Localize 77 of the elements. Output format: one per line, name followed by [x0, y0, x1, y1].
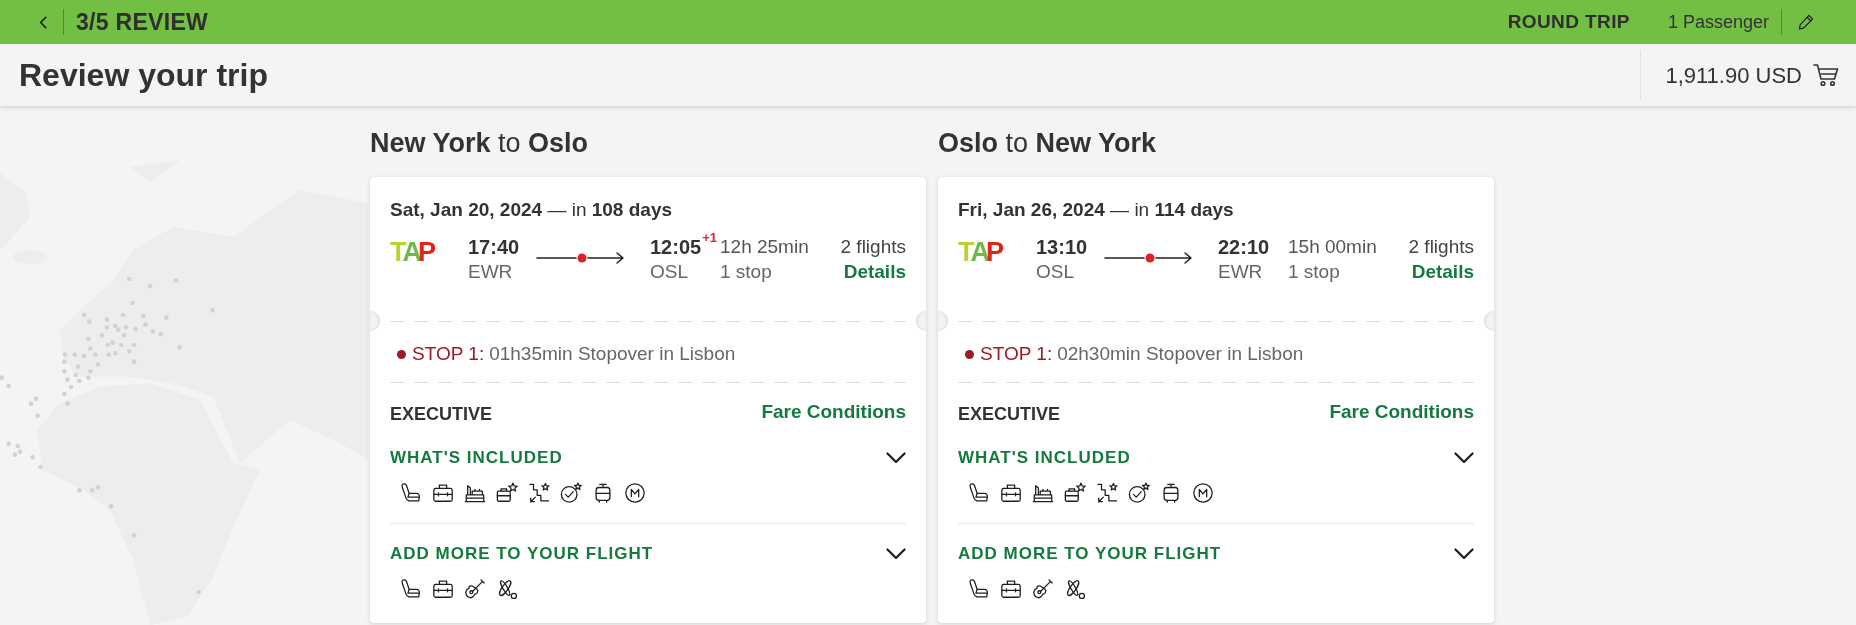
edit-button[interactable] [1796, 12, 1816, 32]
stairs-star-icon [528, 482, 550, 504]
flight-duration: 12h 25min [720, 236, 809, 258]
route-line-icon [536, 252, 625, 264]
stop-dot-icon [965, 349, 974, 359]
seat-icon [968, 578, 990, 600]
trip-type: ROUND TRIP [1507, 9, 1630, 34]
stop-label: STOP 1: [980, 342, 1053, 366]
ticket-notch [1484, 311, 1494, 331]
briefcase-icon [1000, 578, 1022, 600]
accordion-header[interactable]: WHAT'S INCLUDED [390, 447, 906, 469]
passenger-count: 1 Passenger [1667, 10, 1769, 34]
stopover-text: 01h35min Stopover in Lisbon [489, 342, 736, 366]
ticket-notch [938, 311, 948, 331]
bag-star-icon [1064, 482, 1086, 504]
cart-button[interactable] [1812, 61, 1840, 89]
circle-m-icon [1192, 482, 1214, 504]
circle-m-icon [624, 482, 646, 504]
flight-count: 2 flights [1408, 236, 1474, 258]
total-price: 1,911.90 USD [1665, 61, 1802, 90]
seat-icon [400, 578, 422, 600]
stairs-star-icon [1096, 482, 1118, 504]
briefcase-icon [432, 578, 454, 600]
guitar-icon [1032, 578, 1054, 600]
airline-logo: TAP [958, 240, 1003, 264]
fare-conditions-link[interactable]: Fare Conditions [761, 400, 906, 424]
route-heading: New York to Oslo [370, 127, 590, 159]
bag-star-icon [496, 482, 518, 504]
check-star-icon [1128, 482, 1150, 504]
briefcase-icon [432, 482, 454, 504]
check-in-desk-icon [1032, 482, 1054, 504]
fare-conditions-link[interactable]: Fare Conditions [1329, 400, 1474, 424]
accordion-header[interactable]: WHAT'S INCLUDED [958, 447, 1474, 469]
briefcase-icon [1000, 482, 1022, 504]
stop-dot-icon [397, 349, 406, 359]
stop-label: STOP 1: [412, 342, 485, 366]
arrival-time: 22:10 [1218, 236, 1270, 258]
route-line-icon [1104, 252, 1193, 264]
details-link[interactable]: Details [1411, 261, 1474, 283]
airline-logo: TAP [390, 240, 435, 264]
cabin-class: EXECUTIVE [390, 402, 493, 426]
departure-date: Fri, Jan 26, 2024 — in 114 days [958, 198, 1235, 222]
details-link[interactable]: Details [843, 261, 906, 283]
day-offset: +1 [702, 231, 717, 245]
departure-airport: EWR [468, 261, 513, 283]
accordion-header[interactable]: ADD MORE TO YOUR FLIGHT [390, 543, 906, 565]
accordion-header[interactable]: ADD MORE TO YOUR FLIGHT [958, 543, 1474, 565]
arrival-time: 12:05 [650, 236, 702, 258]
page-title: Review your trip [19, 56, 268, 95]
departure-time: 17:40 [468, 236, 520, 258]
step-title: 3/5 REVIEW [76, 7, 209, 37]
seat-icon [968, 482, 990, 504]
arrival-airport: EWR [1218, 261, 1263, 283]
stopover-text: 02h30min Stopover in Lisbon [1057, 342, 1304, 366]
departure-time: 13:10 [1036, 236, 1088, 258]
guitar-icon [464, 578, 486, 600]
seat-icon [400, 482, 422, 504]
pencil-icon [1798, 14, 1814, 30]
ticket-notch [370, 311, 380, 331]
route-heading: Oslo to New York [938, 127, 1158, 159]
check-star-icon [560, 482, 582, 504]
stop-count: 1 stop [1288, 261, 1340, 283]
cart-icon [1813, 63, 1839, 87]
departure-airport: OSL [1036, 261, 1075, 283]
arrival-airport: OSL [650, 261, 689, 283]
flight-duration: 15h 00min [1288, 236, 1377, 258]
suitcase-icon [592, 482, 614, 504]
flight-count: 2 flights [840, 236, 906, 258]
sports-equipment-icon [1064, 578, 1086, 600]
sports-equipment-icon [496, 578, 518, 600]
departure-date: Sat, Jan 20, 2024 — in 108 days [390, 198, 674, 222]
stop-count: 1 stop [720, 261, 772, 283]
check-in-desk-icon [464, 482, 486, 504]
back-icon [39, 15, 47, 29]
suitcase-icon [1160, 482, 1182, 504]
ticket-notch [916, 311, 926, 331]
cabin-class: EXECUTIVE [958, 402, 1061, 426]
